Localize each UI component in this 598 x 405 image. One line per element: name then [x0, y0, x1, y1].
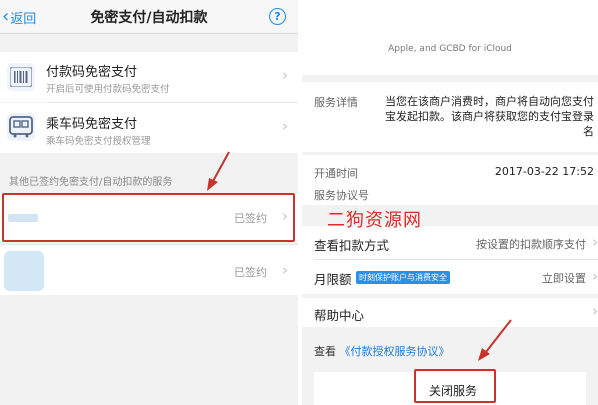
annotation-arrow: [478, 319, 512, 361]
